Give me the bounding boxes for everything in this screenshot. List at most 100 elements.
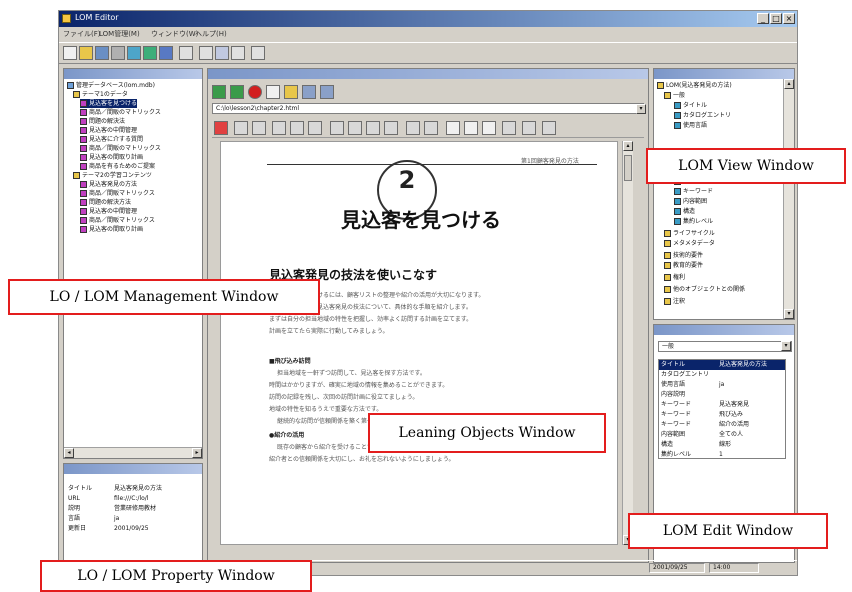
property-row[interactable]: 説明 [68,504,80,514]
scroll-left-icon[interactable]: ◂ [64,448,74,458]
property-row[interactable]: 言語 [68,514,80,524]
scroll-right-icon[interactable]: ▸ [192,448,202,458]
tree-item[interactable]: テーマ2の学習コンテンツ [73,171,152,180]
lom-tree-item[interactable]: メタメタデータ [664,239,715,248]
print-page-icon[interactable] [234,121,248,135]
tree-item[interactable]: 商品を有るためのご提案 [80,162,155,171]
refresh-icon[interactable] [266,85,280,99]
lom-field-value[interactable]: 線形 [719,440,731,450]
lom-view-vertical-scrollbar[interactable]: ▴ ▾ [783,79,794,319]
tree-item[interactable]: 問題の解決法 [80,117,125,126]
maximize-button[interactable]: □ [770,13,782,24]
edit-icon[interactable] [320,85,334,99]
zoom-icon[interactable] [290,121,304,135]
tree-item[interactable]: テーマ1のデータ [73,90,128,99]
find-icon[interactable] [502,121,516,135]
tree-item[interactable]: 見込客の中間管理 [80,207,137,216]
scroll-down-icon[interactable]: ▾ [784,309,794,319]
lom-field-key[interactable]: 集約レベル [661,450,691,460]
rotate-icon[interactable] [522,121,536,135]
lom-tree-item[interactable]: 注釈 [664,297,685,306]
fit-width-icon[interactable] [482,121,496,135]
scroll-thumb[interactable] [624,155,632,181]
back-icon[interactable] [212,85,226,99]
paste-icon[interactable] [143,46,157,60]
address-dropdown-icon[interactable]: ▾ [636,104,646,114]
lom-field-key[interactable]: 内容範囲 [661,430,685,440]
menu-help[interactable]: ヘルプ(H) [195,29,227,39]
print-icon[interactable] [302,85,316,99]
lom-field-key[interactable]: 構造 [661,440,673,450]
category-select[interactable]: 一般 [658,341,792,352]
save-icon[interactable] [95,46,109,60]
save-page-icon[interactable] [252,121,266,135]
lom-tree-item[interactable]: ライフサイクル [664,229,715,238]
tree-item[interactable]: 見込客の間取り計画 [80,225,143,234]
lom-tree-item[interactable]: LOM(見込客発見の方法) [657,81,732,90]
home-icon[interactable] [284,85,298,99]
next-page-icon[interactable] [366,121,380,135]
address-input[interactable]: C:\lo\lesson2\chapter2.html [212,103,644,114]
hand-tool-icon[interactable] [272,121,286,135]
actual-size-icon[interactable] [446,121,460,135]
first-page-icon[interactable] [330,121,344,135]
tree-item[interactable]: 商品／間販のマトリックス [80,108,161,117]
lom-tree-item[interactable]: 一般 [664,91,685,100]
new-icon[interactable] [63,46,77,60]
lom-field-value[interactable]: 1 [719,450,723,460]
lom-field-value[interactable]: 全ての人 [719,430,743,440]
layout-icon[interactable] [231,46,245,60]
fit-page-icon[interactable] [464,121,478,135]
window-tile-icon[interactable] [179,46,193,60]
pdf-icon[interactable] [214,121,228,135]
lom-tree-item[interactable]: 教育的要件 [664,261,703,270]
arrange-icon[interactable] [199,46,213,60]
properties-icon[interactable] [159,46,173,60]
menu-window[interactable]: ウィンドウ(W) [151,29,198,39]
stop-icon[interactable] [248,85,262,99]
lom-tree-item[interactable]: 権利 [664,273,685,282]
tree-item[interactable]: 商品／間販マトリックス [80,189,155,198]
lom-tree-item[interactable]: 内容範囲 [674,197,707,206]
menu-file[interactable]: ファイル(F) [63,29,101,39]
property-row[interactable]: タイトル [68,484,92,494]
close-button[interactable]: × [783,13,795,24]
tree-item-selected[interactable]: 見込客を見つける [80,99,138,108]
tree-item[interactable]: 商品／間販のマトリックス [80,144,161,153]
lom-tree-item[interactable]: 集約レベル [674,217,713,226]
property-row[interactable]: URL [68,494,80,504]
last-page-icon[interactable] [384,121,398,135]
menu-lom-management[interactable]: LOM管理(M) [99,29,140,39]
help-page-icon[interactable] [542,121,556,135]
tree-item[interactable]: 見込客発見の方法 [80,180,137,189]
forward-icon[interactable] [230,85,244,99]
view-icon[interactable] [215,46,229,60]
lom-field-key[interactable]: キーワード [661,400,691,410]
lom-tree-item[interactable]: 構造 [674,207,695,216]
cut-icon[interactable] [111,46,125,60]
help-icon[interactable] [251,46,265,60]
copy-icon[interactable] [127,46,141,60]
lom-field-key[interactable]: 内容説明 [661,390,685,400]
lom-field-value[interactable]: 見込客発見の方法 [719,360,767,370]
open-folder-icon[interactable] [79,46,93,60]
tree-item[interactable]: 見込客の間取り計画 [80,153,143,162]
lom-field-key[interactable]: キーワード [661,420,691,430]
management-horizontal-scrollbar[interactable]: ◂ ▸ [64,447,202,458]
go-back-icon[interactable] [406,121,420,135]
lom-tree-item[interactable]: 使用言語 [674,121,707,130]
tree-item[interactable]: 見込客に介する質問 [80,135,143,144]
prev-page-icon[interactable] [348,121,362,135]
minimize-button[interactable]: _ [757,13,769,24]
lom-tree-item[interactable]: カタログエントリ [674,111,731,120]
lom-tree-item[interactable]: タイトル [674,101,707,110]
property-row[interactable]: 更新日 [68,524,86,534]
lom-field-value[interactable]: 見込客発見 [719,400,749,410]
scroll-up-icon[interactable]: ▴ [623,141,633,151]
tree-item[interactable]: 管理データベース(lom.mdb) [67,81,155,90]
document-vertical-scrollbar[interactable]: ▴ ▾ [622,141,633,545]
lom-field-key[interactable]: 使用言語 [661,380,685,390]
lom-tree-item[interactable]: 他のオブジェクトとの関係 [664,285,745,294]
lom-tree-item[interactable]: キーワード [674,187,713,196]
scroll-up-icon[interactable]: ▴ [784,79,794,89]
